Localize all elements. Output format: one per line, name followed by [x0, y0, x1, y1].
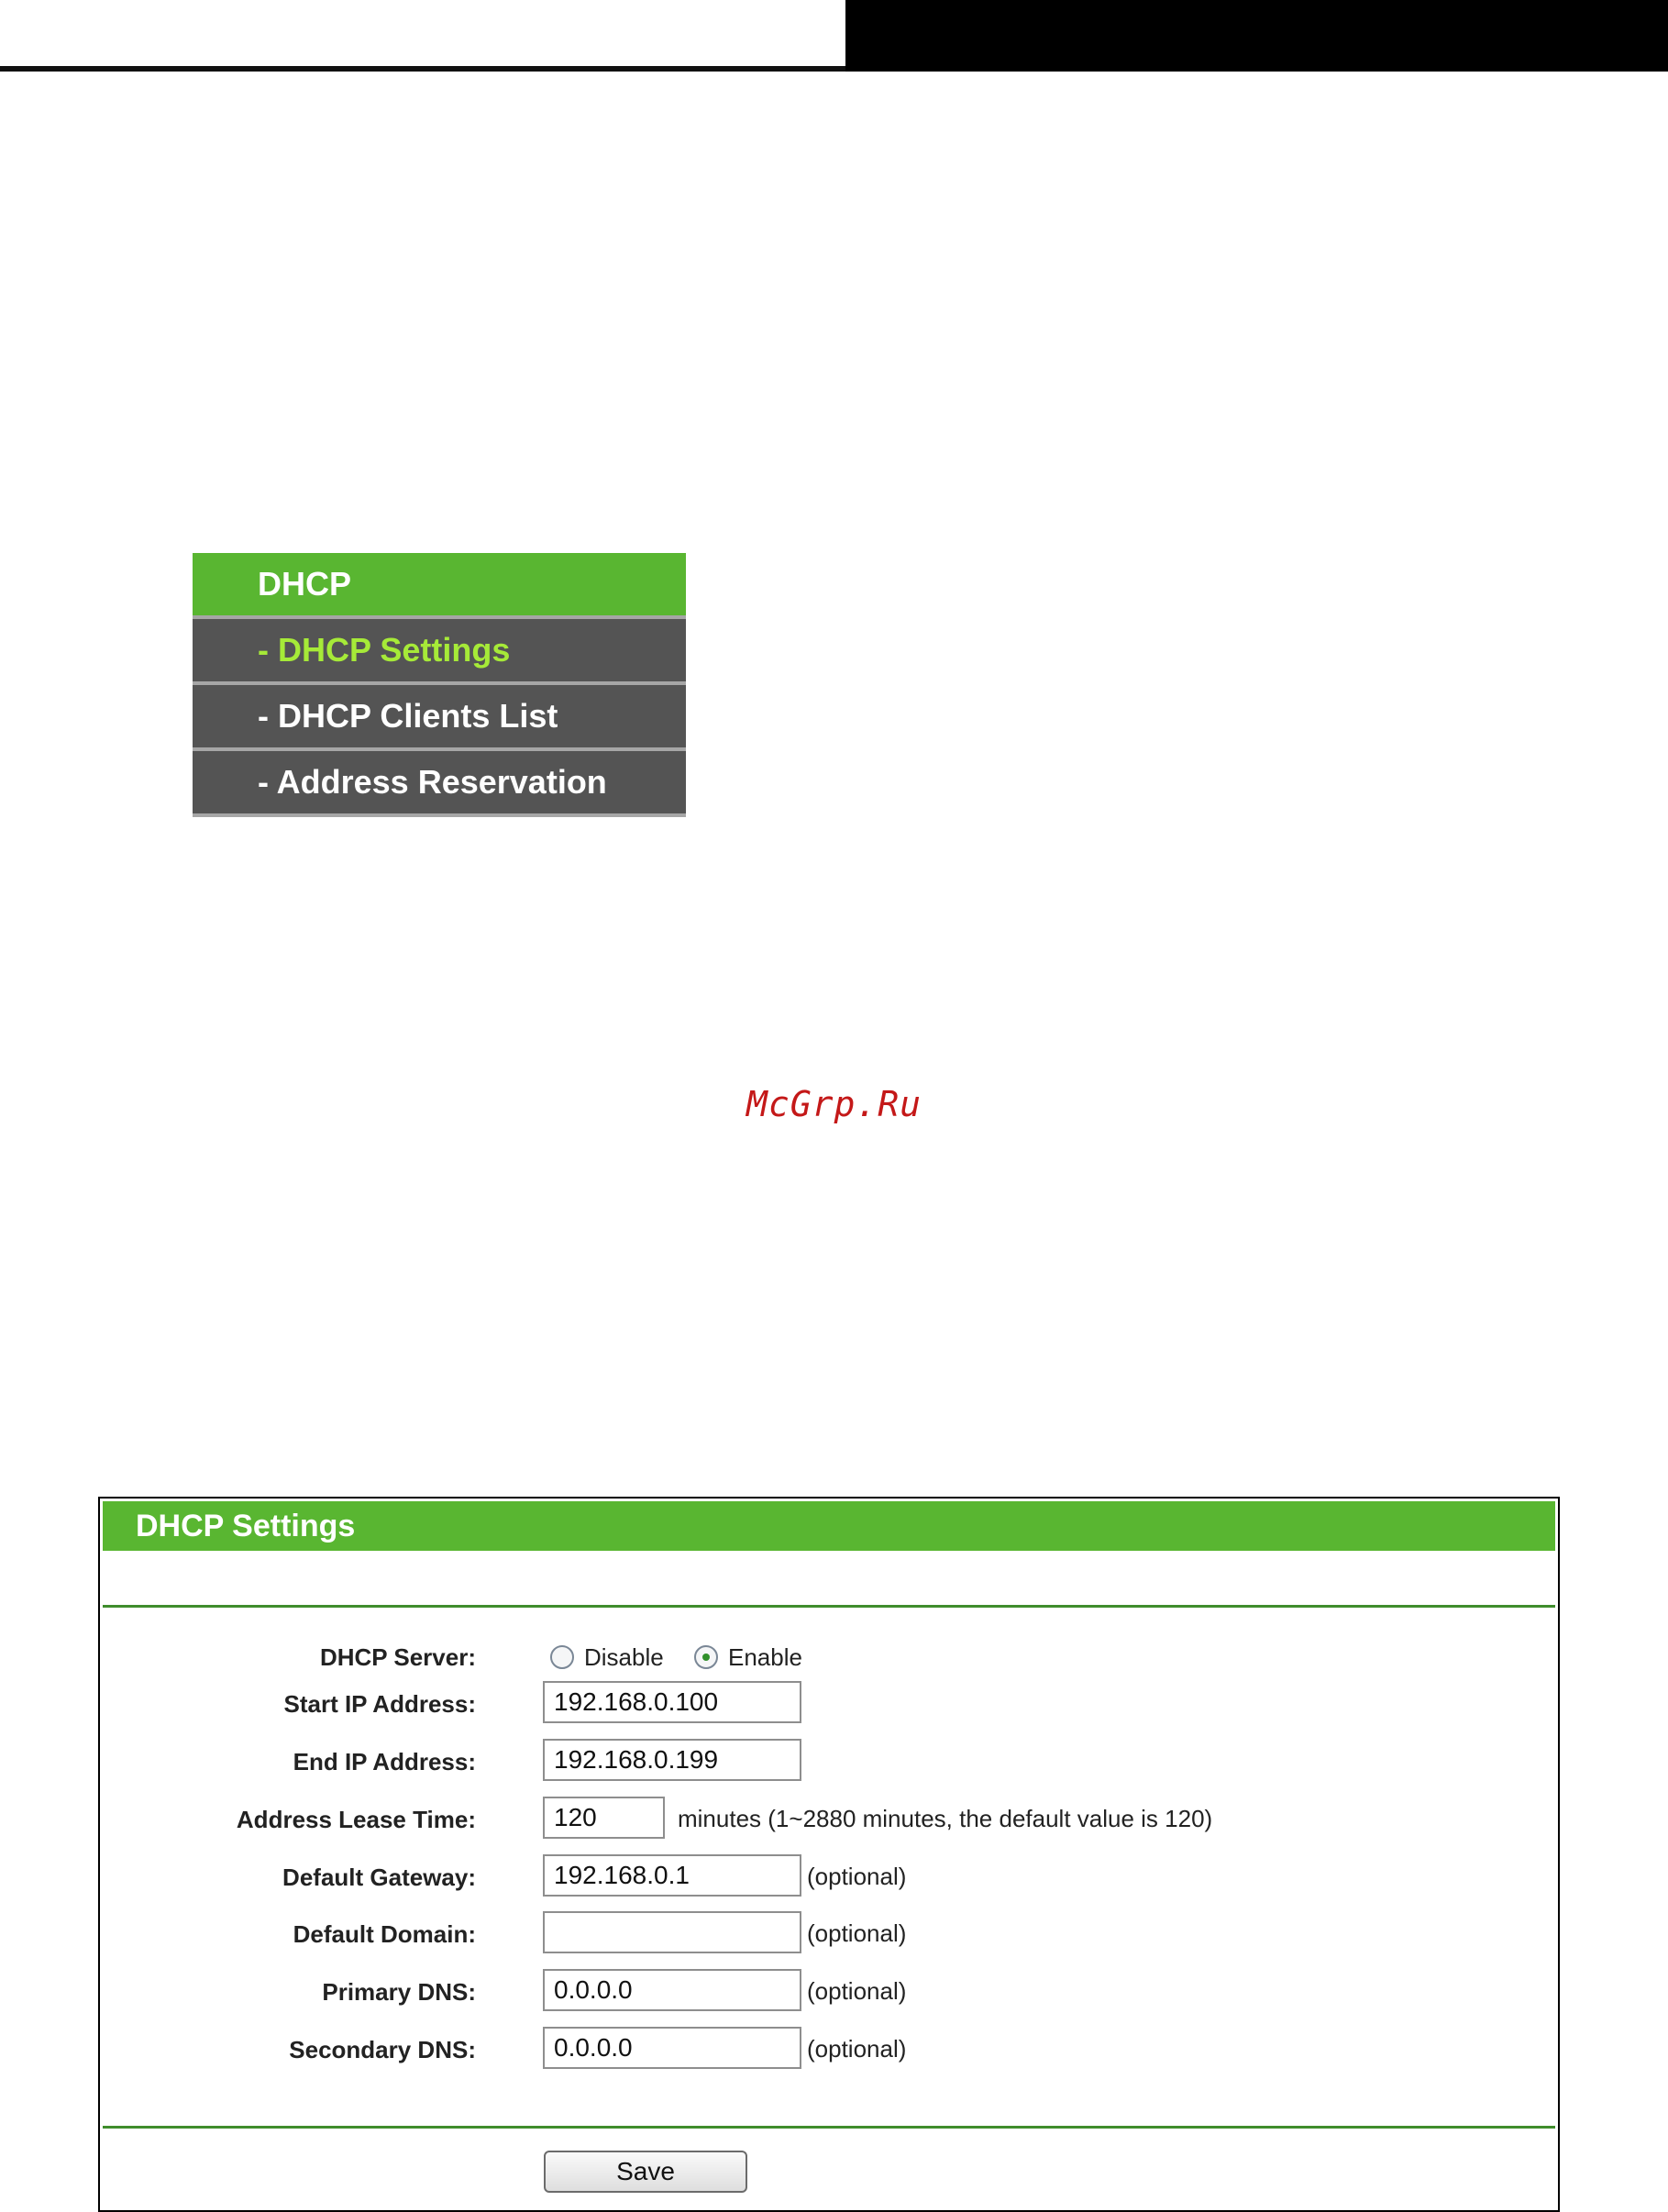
panel-title: DHCP Settings — [103, 1501, 1555, 1551]
radio-enable-option[interactable]: Enable — [694, 1634, 802, 1680]
radio-enable-label[interactable]: Enable — [728, 1643, 802, 1672]
watermark-text: McGrp.Ru — [746, 1084, 922, 1124]
lease-time-input[interactable] — [543, 1797, 665, 1839]
dhcp-menu: DHCP - DHCP Settings - DHCP Clients List… — [193, 553, 686, 817]
radio-enable[interactable] — [694, 1645, 718, 1669]
dhcp-settings-panel: DHCP Settings DHCP Server: Disable Enabl… — [98, 1497, 1560, 2212]
row-primary-dns: Primary DNS: (optional) — [100, 1969, 1558, 2015]
primary-dns-input[interactable] — [543, 1969, 801, 2011]
radio-disable[interactable] — [550, 1645, 574, 1669]
default-gateway-note: (optional) — [807, 1863, 907, 1890]
row-start-ip: Start IP Address: — [100, 1681, 1558, 1727]
default-domain-note: (optional) — [807, 1919, 907, 1947]
default-gateway-label: Default Gateway: — [282, 1864, 476, 1891]
start-ip-input[interactable] — [543, 1681, 801, 1723]
primary-dns-note: (optional) — [807, 1977, 907, 2005]
row-dhcp-server: DHCP Server: Disable Enable — [100, 1634, 1558, 1680]
row-default-domain: Default Domain: (optional) — [100, 1911, 1558, 1957]
menu-item-dhcp-clients-list[interactable]: - DHCP Clients List — [193, 685, 686, 751]
menu-item-dhcp-settings[interactable]: - DHCP Settings — [193, 619, 686, 685]
start-ip-label: Start IP Address: — [283, 1690, 476, 1718]
header-black-bar — [845, 0, 1668, 72]
lease-time-label: Address Lease Time: — [236, 1806, 476, 1833]
menu-heading[interactable]: DHCP — [193, 553, 686, 619]
radio-disable-option[interactable]: Disable — [550, 1634, 664, 1680]
secondary-dns-input[interactable] — [543, 2027, 801, 2069]
radio-disable-label[interactable]: Disable — [584, 1643, 664, 1672]
row-secondary-dns: Secondary DNS: (optional) — [100, 2027, 1558, 2073]
lease-time-note: minutes (1~2880 minutes, the default val… — [678, 1805, 1213, 1832]
divider-top — [103, 1605, 1555, 1608]
end-ip-label: End IP Address: — [293, 1748, 476, 1775]
end-ip-input[interactable] — [543, 1739, 801, 1781]
menu-item-address-reservation[interactable]: - Address Reservation — [193, 751, 686, 817]
row-lease-time: Address Lease Time: minutes (1~2880 minu… — [100, 1797, 1558, 1842]
save-button[interactable]: Save — [544, 2151, 747, 2193]
secondary-dns-note: (optional) — [807, 2035, 907, 2063]
row-default-gateway: Default Gateway: (optional) — [100, 1854, 1558, 1900]
default-domain-label: Default Domain: — [293, 1920, 476, 1948]
dhcp-server-label: DHCP Server: — [319, 1643, 476, 1671]
header-rule — [0, 66, 845, 72]
primary-dns-label: Primary DNS: — [322, 1978, 476, 2006]
default-domain-input[interactable] — [543, 1911, 801, 1953]
row-end-ip: End IP Address: — [100, 1739, 1558, 1785]
divider-bottom — [103, 2126, 1555, 2129]
secondary-dns-label: Secondary DNS: — [289, 2036, 476, 2063]
default-gateway-input[interactable] — [543, 1854, 801, 1897]
